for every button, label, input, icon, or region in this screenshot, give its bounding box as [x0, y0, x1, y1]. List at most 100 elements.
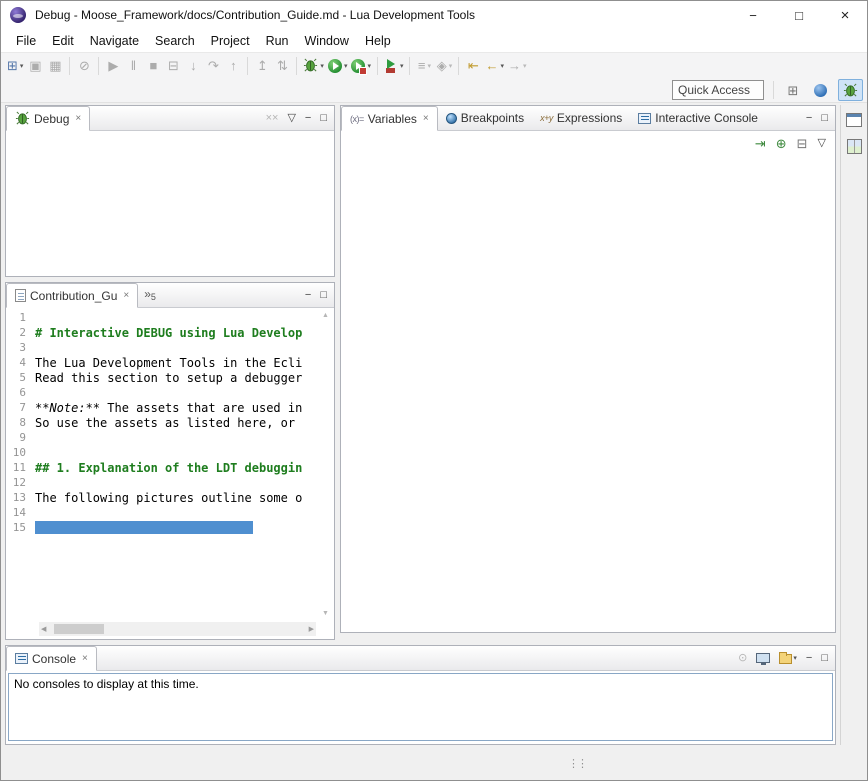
tab-interactive-console[interactable]: Interactive Console — [630, 106, 766, 130]
line-number[interactable]: 12 — [10, 476, 35, 489]
maximize-view-icon[interactable]: □ — [821, 113, 828, 124]
line-number[interactable]: 2 — [10, 326, 35, 339]
minimize-window-button[interactable]: − — [730, 0, 776, 30]
run-coverage-button[interactable]: ▾ — [349, 55, 373, 77]
open-console-button[interactable]: ▾ — [779, 652, 797, 664]
maximize-window-button[interactable]: □ — [776, 0, 822, 30]
minimized-view-icon-2[interactable] — [847, 139, 862, 154]
menu-help[interactable]: Help — [357, 31, 399, 51]
tab-console[interactable]: Console × — [6, 646, 97, 671]
remove-all-terminated-icon[interactable]: ×× — [266, 113, 279, 124]
open-type-button[interactable]: ◈▾ — [434, 55, 454, 77]
save-button[interactable]: ▣ — [25, 55, 45, 77]
horizontal-sash-left[interactable] — [5, 277, 335, 282]
minimize-view-icon[interactable]: − — [806, 113, 812, 124]
show-type-names-icon[interactable]: ⇥ — [755, 136, 766, 152]
editor-text-area[interactable]: 1 2# Interactive DEBUG using Lua Develop… — [10, 310, 316, 619]
last-edit-location-button[interactable]: ⇤ — [463, 55, 483, 77]
minimize-view-icon[interactable]: − — [305, 290, 311, 301]
line-number[interactable]: 15 — [10, 521, 35, 534]
close-tab-icon[interactable]: × — [123, 290, 129, 301]
line-number[interactable]: 8 — [10, 416, 35, 429]
close-window-button[interactable]: × — [822, 0, 868, 30]
external-tools-button[interactable]: ▾ — [382, 55, 406, 77]
collapse-all-icon[interactable]: ⊟ — [797, 136, 808, 152]
minimized-view-icon-1[interactable] — [846, 113, 862, 127]
view-menu-icon[interactable]: ▽ — [287, 113, 295, 124]
line-number[interactable]: 9 — [10, 431, 35, 444]
minimize-view-icon[interactable]: − — [305, 113, 311, 124]
scroll-down-icon[interactable]: ▼ — [322, 610, 329, 617]
new-button[interactable]: ⊞▾ — [5, 55, 25, 77]
run-button[interactable]: ▾ — [326, 55, 350, 77]
display-selected-console-icon[interactable] — [756, 653, 770, 663]
menu-navigate[interactable]: Navigate — [82, 31, 147, 51]
debug-view-content[interactable] — [6, 131, 334, 276]
drag-grip[interactable]: ⋮⋮ — [568, 757, 586, 770]
use-step-filters-button[interactable]: ⇅ — [272, 55, 292, 77]
debug-perspective-button[interactable] — [838, 79, 863, 101]
line-number[interactable]: 4 — [10, 356, 35, 369]
show-logical-structure-icon[interactable]: ⊕ — [776, 136, 787, 152]
menu-file[interactable]: File — [8, 31, 44, 51]
scroll-up-icon[interactable]: ▲ — [322, 312, 329, 319]
disconnect-button[interactable]: ⊟ — [163, 55, 183, 77]
drop-to-frame-button[interactable]: ↥ — [252, 55, 272, 77]
editor-tab-overflow[interactable]: » 5 — [138, 283, 162, 307]
terminate-button[interactable]: ■ — [143, 55, 163, 77]
line-number[interactable]: 14 — [10, 506, 35, 519]
quick-access-input[interactable]: Quick Access — [672, 80, 764, 100]
vertical-sash[interactable] — [335, 105, 340, 640]
variables-content[interactable] — [341, 156, 835, 632]
line-number[interactable]: 6 — [10, 386, 35, 399]
resume-button[interactable]: ▶ — [103, 55, 123, 77]
step-return-button[interactable]: ↑ — [223, 55, 243, 77]
suspend-button[interactable]: ‖ — [123, 55, 143, 77]
menu-edit[interactable]: Edit — [44, 31, 82, 51]
maximize-view-icon[interactable]: □ — [320, 290, 327, 301]
line-number[interactable]: 11 — [10, 461, 35, 474]
line-number[interactable]: 3 — [10, 341, 35, 354]
minimize-view-icon[interactable]: − — [806, 653, 812, 664]
editor-horizontal-scrollbar[interactable]: ◀ ▶ — [39, 622, 316, 636]
close-tab-icon[interactable]: × — [82, 653, 88, 664]
line-number[interactable]: 1 — [10, 311, 35, 324]
menu-project[interactable]: Project — [203, 31, 258, 51]
scrollbar-thumb[interactable] — [54, 624, 104, 634]
menu-run[interactable]: Run — [258, 31, 297, 51]
new-icon: ⊞ — [7, 59, 18, 72]
line-number[interactable]: 13 — [10, 491, 35, 504]
open-element-icon: ≡ — [418, 59, 426, 72]
maximize-view-icon[interactable]: □ — [821, 653, 828, 664]
pin-console-icon[interactable]: ⊙ — [738, 653, 747, 664]
step-over-button[interactable]: ↷ — [203, 55, 223, 77]
close-tab-icon[interactable]: × — [423, 113, 429, 124]
tab-breakpoints[interactable]: Breakpoints — [438, 106, 532, 130]
editor-vertical-scrollbar[interactable]: ▲ ▼ — [319, 310, 332, 619]
scroll-right-icon[interactable]: ▶ — [309, 625, 314, 633]
scroll-left-icon[interactable]: ◀ — [41, 625, 46, 633]
back-button[interactable]: ←▾ — [483, 55, 506, 77]
menu-search[interactable]: Search — [147, 31, 203, 51]
step-into-button[interactable]: ↓ — [183, 55, 203, 77]
tab-expressions[interactable]: x+y Expressions — [532, 106, 630, 130]
tab-contribution-guide[interactable]: Contribution_Gu × — [6, 283, 138, 308]
ldt-perspective-button[interactable] — [808, 79, 833, 101]
open-element-button[interactable]: ≡▾ — [414, 55, 434, 77]
skip-breakpoints-button[interactable]: ⊘ — [74, 55, 94, 77]
console-content[interactable]: No consoles to display at this time. — [8, 673, 833, 741]
close-tab-icon[interactable]: × — [75, 113, 81, 124]
tab-debug[interactable]: Debug × — [6, 106, 90, 131]
horizontal-sash-console[interactable] — [5, 640, 836, 645]
tab-variables[interactable]: (x)= Variables × — [341, 106, 438, 131]
line-number[interactable]: 5 — [10, 371, 35, 384]
forward-button[interactable]: →▾ — [506, 55, 529, 77]
open-perspective-button[interactable]: ⊞ — [783, 79, 803, 101]
view-menu-icon[interactable]: ▽ — [818, 138, 826, 149]
maximize-view-icon[interactable]: □ — [320, 113, 327, 124]
line-number[interactable]: 7 — [10, 401, 35, 414]
debug-button[interactable]: ▾ — [301, 55, 326, 77]
save-all-button[interactable]: ▦ — [45, 55, 65, 77]
line-number[interactable]: 10 — [10, 446, 35, 459]
menu-window[interactable]: Window — [297, 31, 357, 51]
